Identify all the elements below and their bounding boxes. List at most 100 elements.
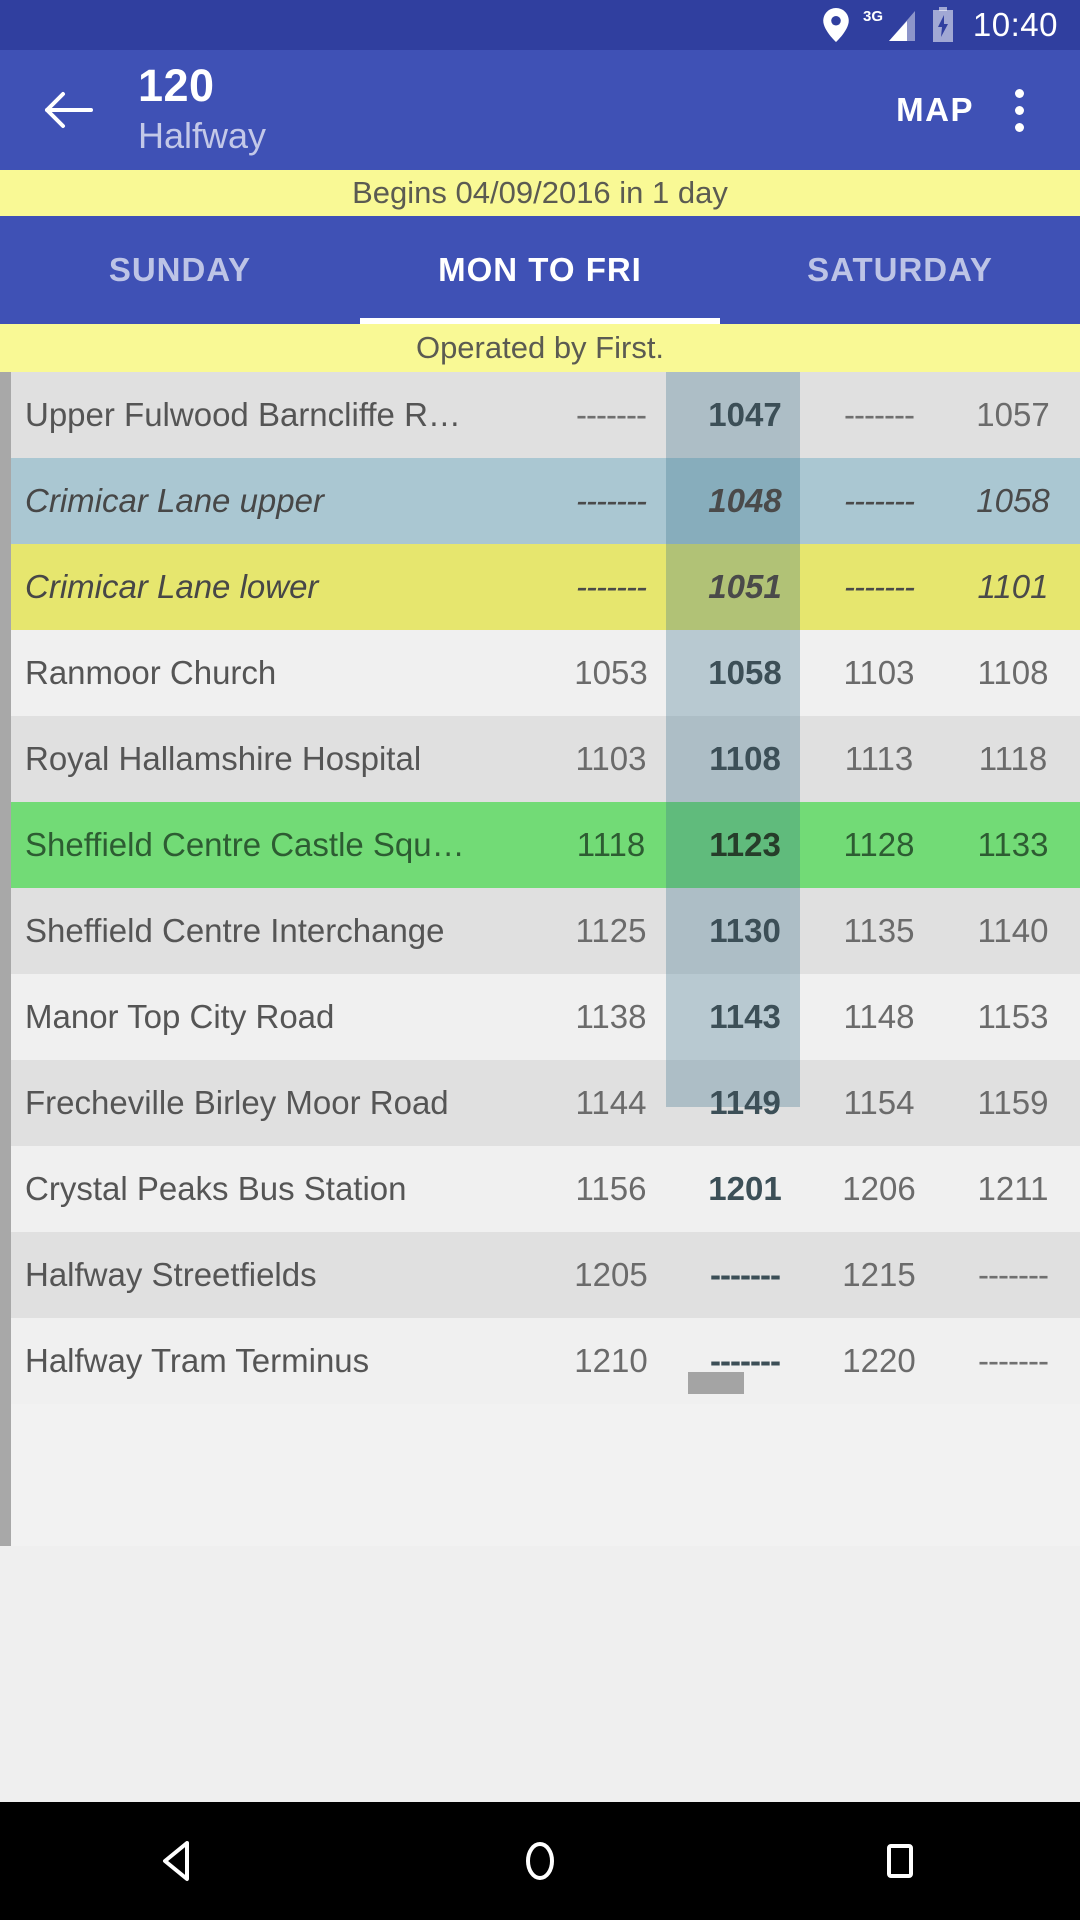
departure-time-selected[interactable]: 1130 bbox=[678, 912, 812, 950]
departure-time[interactable]: 1053 bbox=[544, 654, 678, 692]
departure-time[interactable]: 1108 bbox=[946, 654, 1080, 692]
location-pin-icon bbox=[823, 8, 849, 42]
stop-name: Halfway Tram Terminus bbox=[25, 1342, 370, 1379]
table-row[interactable]: Sheffield Centre Castle Squ… 1118 1123 1128… bbox=[0, 802, 1080, 888]
departure-time[interactable]: 1148 bbox=[812, 998, 946, 1036]
departure-time-selected[interactable]: 1108 bbox=[678, 740, 812, 778]
departure-time[interactable]: 1101 bbox=[946, 568, 1080, 606]
overflow-dot bbox=[1014, 88, 1024, 98]
stop-name: Crimicar Lane upper bbox=[25, 482, 324, 519]
table-row[interactable]: Sheffield Centre Interchange 1125 1130 1135… bbox=[0, 888, 1080, 974]
departure-time[interactable]: 1133 bbox=[946, 826, 1080, 864]
route-number: 120 bbox=[138, 59, 215, 111]
departure-time[interactable]: 1103 bbox=[544, 740, 678, 778]
departure-time[interactable]: 1144 bbox=[544, 1084, 678, 1122]
departure-time[interactable]: 1215 bbox=[812, 1256, 946, 1294]
horizontal-scrollbar-thumb[interactable] bbox=[688, 1372, 744, 1394]
app-bar-titles: 120 Halfway bbox=[138, 63, 886, 158]
overflow-menu-button[interactable] bbox=[984, 67, 1054, 153]
departure-time[interactable]: ------- bbox=[946, 1256, 1080, 1294]
stop-name: Upper Fulwood Barncliffe R… bbox=[25, 396, 461, 433]
operator-banner: Operated by First. bbox=[0, 324, 1080, 372]
svg-text:3G: 3G bbox=[863, 8, 883, 25]
stop-name: Sheffield Centre Interchange bbox=[25, 912, 445, 949]
departure-time[interactable]: ------- bbox=[544, 568, 678, 606]
table-row[interactable]: Manor Top City Road 1138 1143 1148 1153 bbox=[0, 974, 1080, 1060]
table-row[interactable]: Royal Hallamshire Hospital 1103 1108 1113 11… bbox=[0, 716, 1080, 802]
overflow-dot bbox=[1014, 122, 1024, 132]
nav-recents-button[interactable] bbox=[840, 1802, 960, 1920]
departure-time[interactable]: 1135 bbox=[812, 912, 946, 950]
nav-back-button[interactable] bbox=[120, 1802, 240, 1920]
table-row[interactable]: Frecheville Birley Moor Road 1144 1149 1154… bbox=[0, 1060, 1080, 1146]
back-button[interactable] bbox=[26, 67, 112, 153]
home-circle-icon bbox=[526, 1842, 554, 1880]
departure-time-selected[interactable]: 1123 bbox=[678, 826, 812, 864]
service-begins-banner: Begins 04/09/2016 in 1 day bbox=[0, 170, 1080, 216]
stop-name: Royal Hallamshire Hospital bbox=[25, 740, 422, 777]
departure-time[interactable]: 1118 bbox=[946, 740, 1080, 778]
battery-charging-icon bbox=[931, 7, 955, 43]
departure-time[interactable]: 1210 bbox=[544, 1342, 678, 1380]
departure-time[interactable]: 1057 bbox=[946, 396, 1080, 434]
table-row[interactable]: Crystal Peaks Bus Station 1156 1201 1206 121… bbox=[0, 1146, 1080, 1232]
departure-time[interactable]: 1156 bbox=[544, 1170, 678, 1208]
departure-time-selected[interactable]: 1058 bbox=[678, 654, 812, 692]
departure-time[interactable]: ------- bbox=[544, 396, 678, 434]
departure-time[interactable]: ------- bbox=[946, 1342, 1080, 1380]
back-arrow-icon bbox=[45, 92, 93, 128]
vertical-scrollbar[interactable] bbox=[0, 372, 11, 1546]
departure-time[interactable]: 1220 bbox=[812, 1342, 946, 1380]
departure-time[interactable]: ------- bbox=[544, 482, 678, 520]
tab-mon-to-fri[interactable]: MON TO FRI bbox=[360, 216, 720, 324]
table-row[interactable]: Crimicar Lane upper ------- 1048 ------- 105… bbox=[0, 458, 1080, 544]
signal-3g-icon: 3G bbox=[863, 7, 917, 43]
table-row[interactable]: Crimicar Lane lower ------- 1051 ------- 110… bbox=[0, 544, 1080, 630]
departure-time[interactable]: 1205 bbox=[544, 1256, 678, 1294]
departure-time[interactable]: 1128 bbox=[812, 826, 946, 864]
status-bar: 3G 10:40 bbox=[0, 0, 1080, 50]
stop-name: Sheffield Centre Castle Squ… bbox=[25, 826, 465, 863]
table-row[interactable]: Ranmoor Church 1053 1058 1103 1108 bbox=[0, 630, 1080, 716]
stop-name: Halfway Streetfields bbox=[25, 1256, 317, 1293]
departure-time-selected[interactable]: 1143 bbox=[678, 998, 812, 1036]
departure-time[interactable]: 1118 bbox=[544, 826, 678, 864]
table-row[interactable]: Halfway Tram Terminus 1210 ------- 1220 ----… bbox=[0, 1318, 1080, 1404]
departure-time[interactable]: 1206 bbox=[812, 1170, 946, 1208]
departure-time-selected[interactable]: ------- bbox=[678, 1256, 812, 1294]
departure-time-selected[interactable]: 1048 bbox=[678, 482, 812, 520]
stop-name: Crimicar Lane lower bbox=[25, 568, 319, 605]
departure-time[interactable]: 1159 bbox=[946, 1084, 1080, 1122]
table-row[interactable]: Halfway Streetfields 1205 ------- 1215 -----… bbox=[0, 1232, 1080, 1318]
android-nav-bar bbox=[0, 1802, 1080, 1920]
nav-home-button[interactable] bbox=[480, 1802, 600, 1920]
stop-name: Crystal Peaks Bus Station bbox=[25, 1170, 407, 1207]
departure-time[interactable]: 1058 bbox=[946, 482, 1080, 520]
status-bar-clock: 10:40 bbox=[972, 6, 1058, 43]
departure-time-selected[interactable]: 1201 bbox=[678, 1170, 812, 1208]
departure-time[interactable]: ------- bbox=[812, 482, 946, 520]
departure-time[interactable]: ------- bbox=[812, 568, 946, 606]
departure-time[interactable]: 1211 bbox=[946, 1170, 1080, 1208]
departure-time[interactable]: 1153 bbox=[946, 998, 1080, 1036]
recents-square-icon bbox=[887, 1844, 913, 1878]
departure-time[interactable]: 1140 bbox=[946, 912, 1080, 950]
departure-time-selected[interactable]: 1149 bbox=[678, 1084, 812, 1122]
tab-saturday[interactable]: SATURDAY bbox=[720, 216, 1080, 324]
departure-time[interactable]: 1113 bbox=[812, 740, 946, 778]
departure-time[interactable]: 1154 bbox=[812, 1084, 946, 1122]
departure-time[interactable]: 1103 bbox=[812, 654, 946, 692]
departure-time[interactable]: ------- bbox=[812, 396, 946, 434]
app-bar: 120 Halfway MAP bbox=[0, 50, 1080, 170]
departure-time-selected[interactable]: 1047 bbox=[678, 396, 812, 434]
day-tabs: SUNDAY MON TO FRI SATURDAY bbox=[0, 216, 1080, 324]
departure-time[interactable]: 1138 bbox=[544, 998, 678, 1036]
stop-name: Manor Top City Road bbox=[25, 998, 335, 1035]
timetable[interactable]: Upper Fulwood Barncliffe R… ------- 1047 --… bbox=[0, 372, 1080, 1546]
map-button[interactable]: MAP bbox=[886, 77, 984, 143]
stop-name: Frecheville Birley Moor Road bbox=[25, 1084, 449, 1121]
tab-sunday[interactable]: SUNDAY bbox=[0, 216, 360, 324]
table-row[interactable]: Upper Fulwood Barncliffe R… ------- 1047 --… bbox=[0, 372, 1080, 458]
departure-time-selected[interactable]: 1051 bbox=[678, 568, 812, 606]
departure-time[interactable]: 1125 bbox=[544, 912, 678, 950]
